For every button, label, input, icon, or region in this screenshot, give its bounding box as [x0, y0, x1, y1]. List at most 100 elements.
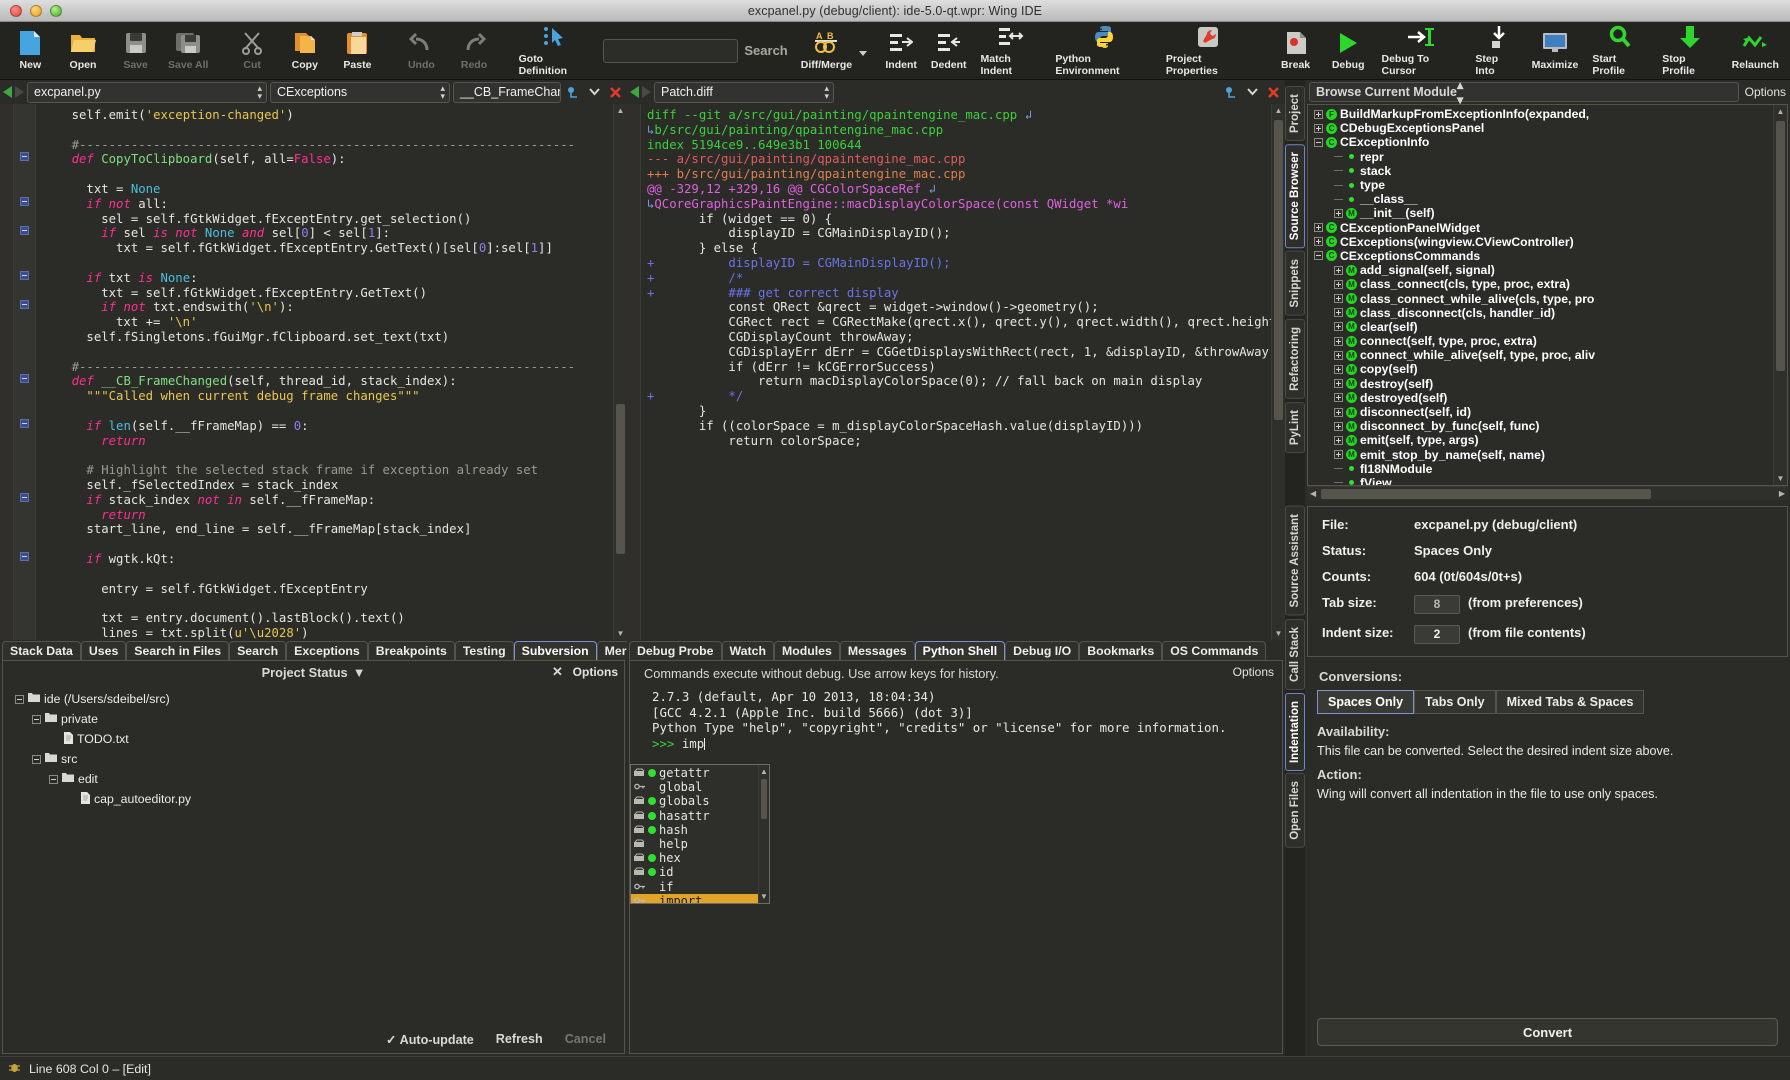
- tree-expander-icon[interactable]: [1334, 266, 1343, 275]
- tree-expander-icon[interactable]: [1314, 124, 1323, 133]
- toolbar-button-project-properties[interactable]: Project Properties: [1159, 23, 1258, 79]
- module-tree-row[interactable]: CCExceptions(wingview.CViewController): [1310, 235, 1773, 249]
- class-selector-combo[interactable]: CExceptions ▴▾: [270, 82, 450, 103]
- module-tree-row[interactable]: __class__: [1310, 192, 1773, 206]
- tree-expander-icon[interactable]: [1314, 110, 1323, 119]
- scroll-up-icon[interactable]: ▲: [1272, 104, 1285, 117]
- fold-toggle-icon[interactable]: [20, 300, 29, 309]
- tab-debug-probe[interactable]: Debug Probe: [629, 641, 722, 660]
- scroll-right-icon[interactable]: ▶: [1776, 489, 1788, 498]
- autocomplete-item[interactable]: if: [631, 880, 758, 894]
- toolbar-button-match-indent[interactable]: Match Indent: [973, 23, 1048, 79]
- vtab-snippets[interactable]: Snippets: [1285, 251, 1305, 316]
- editor-menu-icon[interactable]: [585, 87, 603, 97]
- tree-expander-icon[interactable]: [1314, 138, 1323, 147]
- autocomplete-item[interactable]: hasattr: [631, 809, 758, 823]
- tab-bookmarks[interactable]: Bookmarks: [1079, 641, 1162, 660]
- fold-toggle-icon[interactable]: [20, 226, 29, 235]
- fold-toggle-icon[interactable]: [20, 271, 29, 280]
- autocomplete-item[interactable]: hex: [631, 851, 758, 865]
- fold-toggle-icon[interactable]: [20, 493, 29, 502]
- module-tree-row[interactable]: fI18NModule: [1310, 462, 1773, 476]
- scroll-up-icon[interactable]: ▲: [1774, 105, 1787, 118]
- scroll-down-icon[interactable]: ▼: [759, 890, 769, 903]
- toolbar-button-dedent[interactable]: Dedent: [924, 23, 974, 79]
- autocomplete-list[interactable]: getattrglobalglobalshasattrhashhelphexid…: [631, 765, 758, 903]
- tab-os-commands[interactable]: OS Commands: [1162, 641, 1266, 660]
- tree-expander-icon[interactable]: [1334, 351, 1343, 360]
- tree-expander-icon[interactable]: [1334, 294, 1343, 303]
- scrollbar-thumb[interactable]: [1321, 489, 1651, 499]
- python-source-code[interactable]: self.emit('exception-changed') #--------…: [36, 104, 613, 640]
- autocomplete-item[interactable]: import: [631, 894, 758, 903]
- tree-expander-icon[interactable]: [1334, 337, 1343, 346]
- scroll-left-icon[interactable]: ◀: [1307, 489, 1319, 498]
- toolbar-button-cut[interactable]: Cut: [226, 23, 279, 79]
- module-tree-row[interactable]: CCExceptionInfo: [1310, 135, 1773, 149]
- tree-expander-icon[interactable]: [1334, 280, 1343, 289]
- project-status-buttons[interactable]: ✓ Auto-updateRefreshCancel: [3, 1025, 624, 1053]
- chevron-down-icon[interactable]: ▼: [353, 665, 366, 680]
- scrollbar-thumb[interactable]: [1274, 120, 1283, 420]
- toolbar-button-paste[interactable]: Paste: [331, 23, 384, 79]
- module-tree-row[interactable]: Mclass_connect_while_alive(cls, type, pr…: [1310, 291, 1773, 305]
- scroll-down-icon[interactable]: ▼: [1272, 627, 1285, 640]
- toolbar-button-python-environment[interactable]: Python Environment: [1048, 23, 1159, 79]
- tab-subversion[interactable]: Subversion: [514, 641, 597, 660]
- tab-search-in-files[interactable]: Search in Files: [126, 641, 229, 660]
- tree-expander-icon[interactable]: [15, 695, 24, 704]
- tree-row[interactable]: private: [9, 709, 624, 729]
- autocomplete-item[interactable]: help: [631, 837, 758, 851]
- tab-testing[interactable]: Testing: [455, 641, 514, 660]
- module-tree-row[interactable]: CCDebugExceptionsPanel: [1310, 121, 1773, 135]
- module-tree-row[interactable]: CCExceptionsCommands: [1310, 249, 1773, 263]
- fold-gutter[interactable]: [14, 104, 36, 640]
- fold-toggle-icon[interactable]: [20, 374, 29, 383]
- tree-row[interactable]: cap_autoeditor.py: [9, 789, 624, 809]
- breakpoint-gutter[interactable]: [0, 104, 14, 640]
- tree-expander-icon[interactable]: [1334, 422, 1343, 431]
- close-editor-icon[interactable]: [1264, 86, 1282, 99]
- seg-spaces-only[interactable]: Spaces Only: [1317, 690, 1414, 714]
- vtab-open-files[interactable]: Open Files: [1285, 773, 1305, 848]
- tree-expander-icon[interactable]: [1334, 436, 1343, 445]
- module-tree-box[interactable]: FBuildMarkupFromExceptionInfo(expanded,C…: [1307, 104, 1788, 486]
- module-browser-options-link[interactable]: Options: [1745, 85, 1786, 99]
- tree-expander-icon[interactable]: [1334, 209, 1343, 218]
- toolbar-button-maximize[interactable]: Maximize: [1525, 23, 1586, 79]
- tree-expander-icon[interactable]: [1334, 393, 1343, 402]
- nav-back-icon[interactable]: [630, 86, 639, 98]
- method-selector-combo[interactable]: __CB_FrameChanged ▴▾: [453, 82, 561, 103]
- toolbar-button-new[interactable]: New: [4, 23, 57, 79]
- seg-mixed-tabs-spaces[interactable]: Mixed Tabs & Spaces: [1496, 690, 1645, 714]
- module-tree-row[interactable]: Mclass_connect(cls, type, proc, extra): [1310, 277, 1773, 291]
- tree-expander-icon[interactable]: [1314, 251, 1323, 260]
- toolbar-button-goto-definition[interactable]: Goto Definition: [512, 23, 597, 79]
- scroll-up-icon[interactable]: ▲: [614, 104, 627, 117]
- convert-button[interactable]: Convert: [1317, 1018, 1778, 1046]
- autocomplete-item[interactable]: global: [631, 780, 758, 794]
- editor-vertical-scrollbar[interactable]: ▲ ▼: [613, 104, 627, 640]
- tree-row[interactable]: ide (/Users/sdeibel/src): [9, 689, 624, 709]
- panel-options-link[interactable]: Options: [573, 665, 618, 679]
- autocomplete-scrollbar[interactable]: ▲ ▼: [758, 765, 769, 903]
- file-selector-combo[interactable]: excpanel.py ▴▾: [27, 82, 267, 103]
- autocomplete-item[interactable]: globals: [631, 794, 758, 808]
- button-cancel[interactable]: Cancel: [565, 1032, 606, 1046]
- split-editor-icon[interactable]: [564, 86, 582, 99]
- toolbar-button-save-all[interactable]: Save All: [162, 23, 215, 79]
- right-vertical-tabs-lower[interactable]: Source AssistantCall StackIndentationOpe…: [1285, 500, 1305, 1056]
- vtab-call-stack[interactable]: Call Stack: [1285, 619, 1305, 690]
- bottom-left-tabbar[interactable]: Stack DataUsesSearch in FilesSearchExcep…: [0, 640, 627, 660]
- tree-expander-icon[interactable]: [49, 775, 58, 784]
- toolbar-button-diff-merge[interactable]: AB Diff/Merge: [794, 23, 859, 79]
- tab-stack-data[interactable]: Stack Data: [2, 641, 81, 660]
- toolbar-button-step-into[interactable]: Step Into: [1468, 23, 1524, 79]
- scrollbar-thumb[interactable]: [1776, 121, 1785, 371]
- shell-tabbar[interactable]: Debug ProbeWatchModulesMessagesPython Sh…: [627, 640, 1285, 660]
- tree-expander-icon[interactable]: [1334, 379, 1343, 388]
- autocomplete-item[interactable]: getattr: [631, 766, 758, 780]
- module-tree-row[interactable]: Mclass_disconnect(cls, handler_id): [1310, 306, 1773, 320]
- right-vertical-tabs-upper[interactable]: ProjectSource BrowserSnippetsRefactoring…: [1285, 80, 1305, 500]
- module-tree-row[interactable]: stack: [1310, 164, 1773, 178]
